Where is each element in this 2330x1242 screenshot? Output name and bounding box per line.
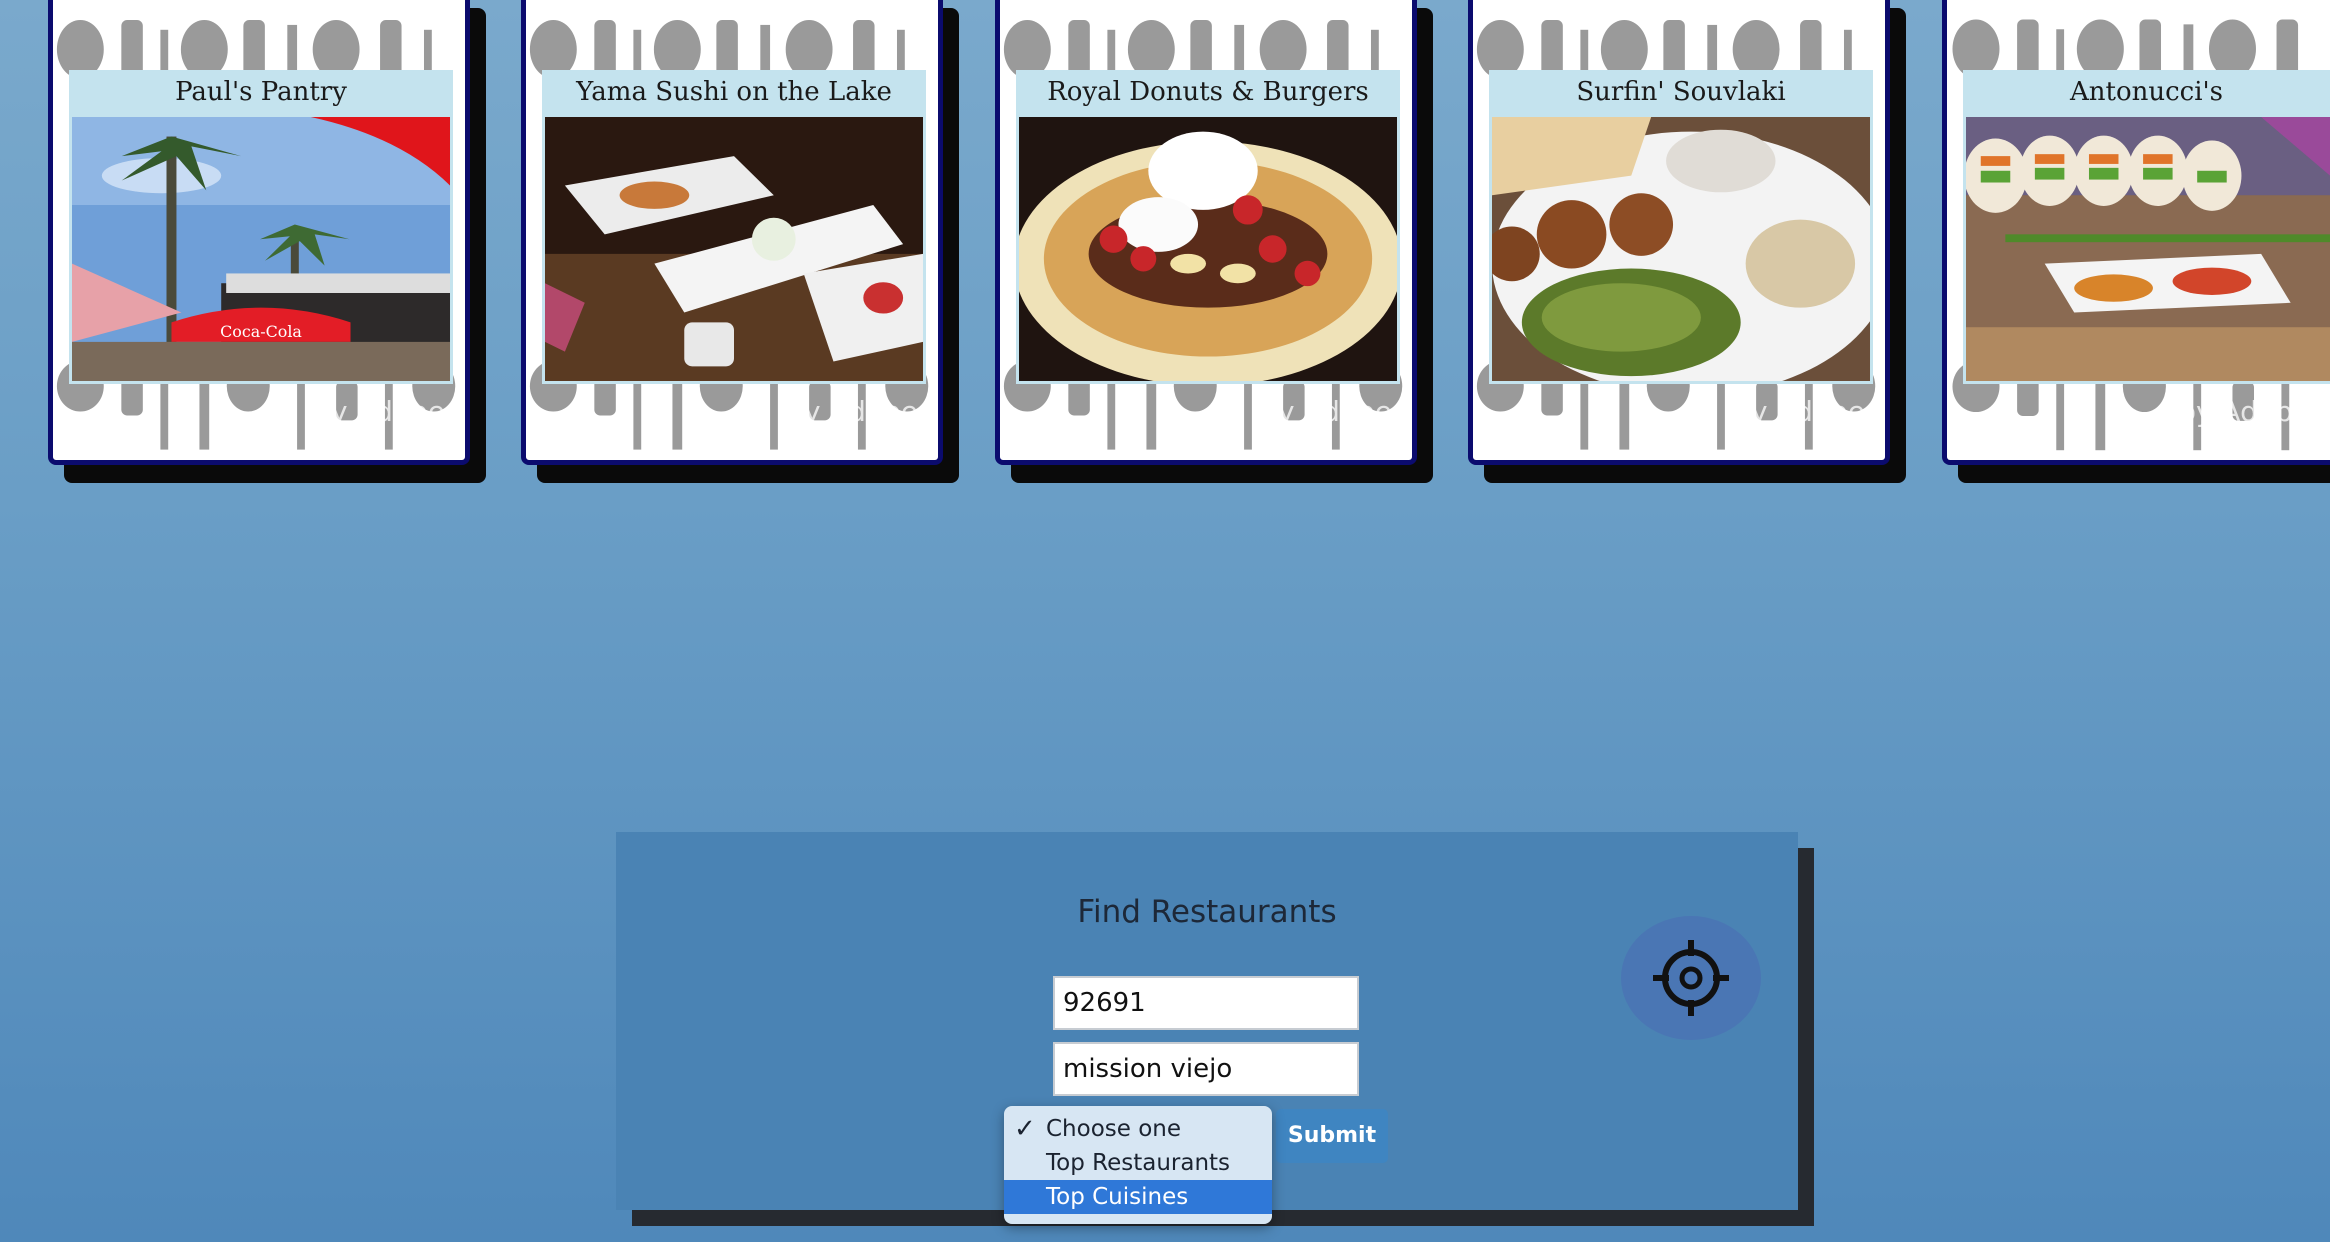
option-label: Top Cuisines — [1046, 1184, 1189, 1210]
restaurant-card[interactable]: Paul's Pantry Coca-Cola by Adobe — [48, 0, 470, 465]
restaurant-card[interactable]: Royal Donuts & Burgers by Adobe — [995, 0, 1417, 465]
svg-text:Coca-Cola: Coca-Cola — [220, 322, 302, 341]
falafel-plate-photo[interactable] — [1489, 114, 1873, 384]
option-top-restaurants[interactable]: Top Restaurants — [1004, 1146, 1272, 1180]
spring-rolls-photo[interactable] — [1963, 114, 2330, 384]
restaurant-cards: Paul's Pantry Coca-Cola by Adobe Yama Su… — [0, 0, 2330, 500]
locate-me-button[interactable] — [1621, 916, 1761, 1040]
city-input[interactable] — [1053, 1042, 1359, 1096]
watermark: by Adobe — [313, 395, 445, 428]
zip-code-input[interactable] — [1053, 976, 1359, 1030]
sushi-plates-photo[interactable] — [542, 114, 926, 384]
waffle-photo[interactable] — [1016, 114, 1400, 384]
panel-title: Find Restaurants — [1077, 894, 1337, 930]
watermark: by Adobe — [1733, 395, 1865, 428]
restaurant-name[interactable]: Paul's Pantry — [69, 70, 453, 114]
crosshair-icon — [1653, 940, 1729, 1016]
restaurant-card[interactable]: Antonucci's by Adobe — [1942, 0, 2330, 465]
restaurant-name[interactable]: Antonucci's — [1963, 70, 2330, 114]
restaurant-card[interactable]: Surfin' Souvlaki by Adobe — [1468, 0, 1890, 465]
watermark: by Adobe — [786, 395, 918, 428]
patio-umbrellas-photo[interactable]: Coca-Cola — [69, 114, 453, 384]
submit-button[interactable]: Submit — [1276, 1109, 1388, 1163]
restaurant-name[interactable]: Yama Sushi on the Lake — [542, 70, 926, 114]
restaurant-card[interactable]: Yama Sushi on the Lake by Adobe — [521, 0, 943, 465]
option-label: Top Restaurants — [1046, 1150, 1231, 1176]
option-label: Choose one — [1046, 1116, 1182, 1142]
watermark: by Adobe — [2178, 395, 2310, 428]
option-top-cuisines[interactable]: Top Cuisines — [1004, 1180, 1272, 1214]
watermark: by Adobe — [1260, 395, 1392, 428]
checkmark-icon: ✓ — [1014, 1114, 1036, 1144]
restaurant-name[interactable]: Royal Donuts & Burgers — [1016, 70, 1400, 114]
search-type-dropdown[interactable]: ✓ Choose one Top Restaurants Top Cuisine… — [1004, 1106, 1272, 1224]
option-choose-one[interactable]: ✓ Choose one — [1004, 1112, 1272, 1146]
restaurant-name[interactable]: Surfin' Souvlaki — [1489, 70, 1873, 114]
